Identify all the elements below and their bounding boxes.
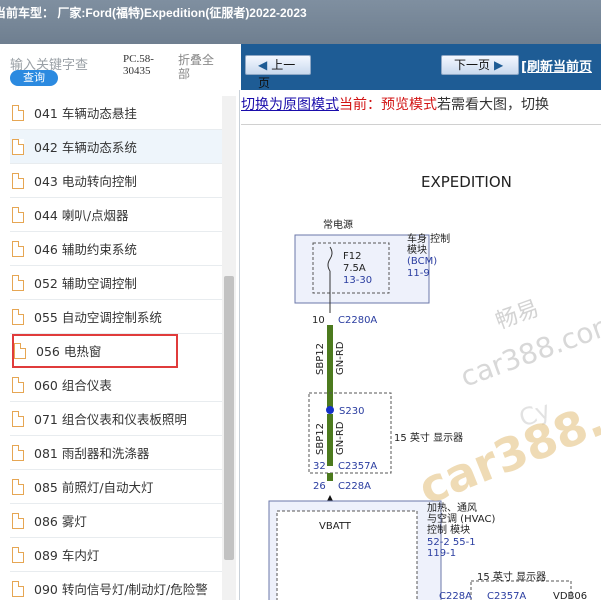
vbatt-label: VBATT — [319, 521, 352, 532]
search-panel: 输入关键字查 查询 PC.58-30435 折叠全部 — [0, 44, 240, 90]
document-icon — [12, 513, 24, 529]
list-item[interactable]: 043 电动转向控制 — [10, 164, 222, 198]
power-label: 常电源 — [323, 218, 353, 231]
bcm-label-1: 车身 控制 — [407, 232, 450, 245]
document-icon — [12, 173, 24, 189]
sidebar-scrollbar[interactable] — [222, 96, 236, 600]
current-mode-prefix: 当前： — [339, 97, 381, 113]
fuse-pin: 13-30 — [343, 275, 372, 286]
next-page-button[interactable]: 下一页 ▶ — [441, 55, 519, 75]
list-item[interactable]: 044 喇叭/点烟器 — [10, 198, 222, 232]
document-icon — [12, 411, 24, 427]
watermark-cn: 畅易 — [493, 296, 543, 335]
pin-26: 26 — [313, 481, 326, 492]
list-item[interactable]: 052 辅助空调控制 — [10, 266, 222, 300]
document-icon — [12, 207, 24, 223]
connector-c2357a-b: C2357A — [487, 591, 526, 600]
wire-code-upper: SBP12 — [315, 343, 326, 375]
diagram-title: EXPEDITION — [421, 173, 512, 191]
wire-color-lower: GN-RD — [335, 421, 346, 455]
wiring-diagram: EXPEDITION 常电源 F12 7.5A 13-30 车身 控制 模块 (… — [241, 124, 601, 600]
connector-c228a-b: C228A — [439, 591, 472, 600]
current-mode: 预览模式 — [381, 97, 437, 113]
scrollbar-thumb[interactable] — [224, 276, 234, 560]
document-icon — [12, 105, 24, 121]
query-button[interactable]: 查询 — [10, 70, 58, 86]
wiring-diagram-svg: EXPEDITION 常电源 F12 7.5A 13-30 车身 控制 模块 (… — [268, 173, 601, 600]
arrow-right-icon: ▶ — [494, 58, 504, 72]
wire-sbp12-lower — [327, 414, 333, 466]
switch-original-mode-link[interactable]: 切换为原图模式 — [241, 97, 339, 113]
sidebar: 输入关键字查 查询 PC.58-30435 折叠全部 041 车辆动态悬挂 04… — [0, 44, 240, 600]
list-item[interactable]: 060 组合仪表 — [10, 368, 222, 402]
display-label-1: 15 英寸 显示器 — [394, 431, 463, 444]
list-item[interactable]: 081 雨刮器和洗涤器 — [10, 436, 222, 470]
list-item[interactable]: 071 组合仪表和仪表板照明 — [10, 402, 222, 436]
wire-sbp12-upper — [327, 325, 333, 407]
document-icon — [14, 343, 26, 359]
list-item[interactable]: 055 自动空调控制系统 — [10, 300, 222, 334]
connector-c228a: C228A — [338, 481, 371, 492]
document-icon — [12, 309, 24, 325]
document-icon — [12, 377, 24, 393]
document-icon — [12, 275, 24, 291]
connector-c2357a: C2357A — [338, 461, 377, 472]
list-item[interactable]: 042 车辆动态系统 — [10, 130, 222, 164]
watermark-2: car388.c — [411, 382, 601, 515]
mode-tip: 若需看大图，切换 — [437, 97, 549, 113]
hvac-pins-1: 52-2 55-1 — [427, 537, 476, 548]
list-item[interactable]: 090 转向信号灯/制动灯/危险警 — [10, 572, 222, 600]
splice-s230: S230 — [339, 406, 364, 417]
list-item[interactable]: 086 雾灯 — [10, 504, 222, 538]
mode-bar: 切换为原图模式当前：预览模式若需看大图，切换 — [241, 94, 601, 116]
connector-c2280a: C2280A — [338, 315, 377, 326]
pin-32: 32 — [313, 461, 326, 472]
document-icon — [12, 241, 24, 257]
splice-dot — [326, 406, 334, 414]
chapter-list: 041 车辆动态悬挂 042 车辆动态系统 043 电动转向控制 044 喇叭/… — [10, 96, 222, 600]
hvac-label-2: 与空调 (HVAC) — [427, 512, 495, 525]
page-nav-bar: ◀ 上一页 下一页 ▶ [刷新当前页 — [241, 44, 601, 90]
model-code: PC.58-30435 — [123, 53, 154, 77]
list-item-selected[interactable]: 056 电热窗 — [12, 334, 178, 368]
fuse-amp: 7.5A — [343, 263, 366, 274]
pin-10: 10 — [312, 315, 325, 326]
main-panel: ◀ 上一页 下一页 ▶ [刷新当前页 切换为原图模式当前：预览模式若需看大图，切换 … — [241, 44, 601, 600]
fold-all-link[interactable]: 折叠全部 — [178, 53, 218, 81]
list-item[interactable]: 089 车内灯 — [10, 538, 222, 572]
arrow-left-icon: ◀ — [258, 58, 268, 72]
top-bar: 当前车型： 厂家:Ford(福特)Expedition(征服者)2022-202… — [0, 0, 601, 44]
document-icon — [12, 581, 24, 597]
prev-page-button[interactable]: ◀ 上一页 — [245, 55, 311, 90]
document-icon — [12, 139, 24, 155]
bcm-label-3: (BCM) — [407, 256, 437, 267]
document-icon — [12, 445, 24, 461]
hvac-pins-2: 119-1 — [427, 548, 456, 559]
refresh-page-link[interactable]: [刷新当前页 — [521, 56, 592, 75]
display-label-2: 15 英寸 显示器 — [477, 570, 546, 583]
hvac-label-3: 控制 模块 — [427, 523, 470, 536]
list-item[interactable]: 046 辅助约束系统 — [10, 232, 222, 266]
list-item[interactable]: 085 前照灯/自动大灯 — [10, 470, 222, 504]
bcm-label-2: 模块 — [407, 244, 427, 256]
bcm-pin: 11-9 — [407, 268, 430, 279]
wire-color-upper: GN-RD — [335, 341, 346, 375]
wire-sbp12-short — [327, 473, 333, 481]
document-icon — [12, 479, 24, 495]
document-icon — [12, 547, 24, 563]
list-item[interactable]: 041 车辆动态悬挂 — [10, 96, 222, 130]
vdb06-label: VDB06 — [553, 591, 587, 600]
fuse-id: F12 — [343, 251, 361, 262]
wire-code-lower: SBP12 — [315, 423, 326, 455]
vehicle-title: 当前车型： 厂家:Ford(福特)Expedition(征服者)2022-202… — [0, 6, 307, 20]
